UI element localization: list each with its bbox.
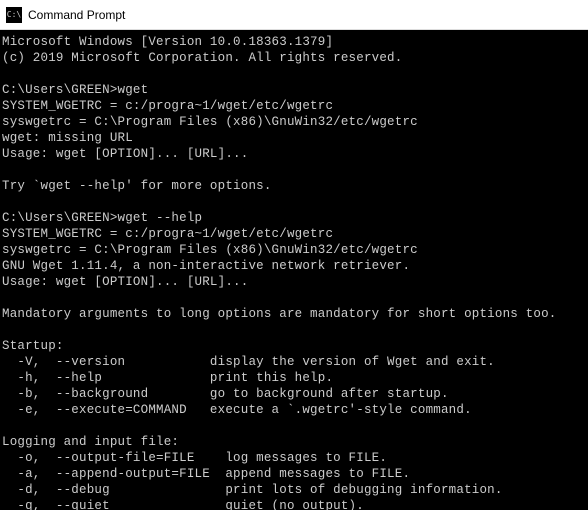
cmd-icon: C:\ bbox=[6, 7, 22, 23]
window-title-bar[interactable]: C:\ Command Prompt bbox=[0, 0, 588, 30]
window-title: Command Prompt bbox=[28, 8, 125, 22]
terminal-output[interactable]: Microsoft Windows [Version 10.0.18363.13… bbox=[0, 30, 588, 510]
